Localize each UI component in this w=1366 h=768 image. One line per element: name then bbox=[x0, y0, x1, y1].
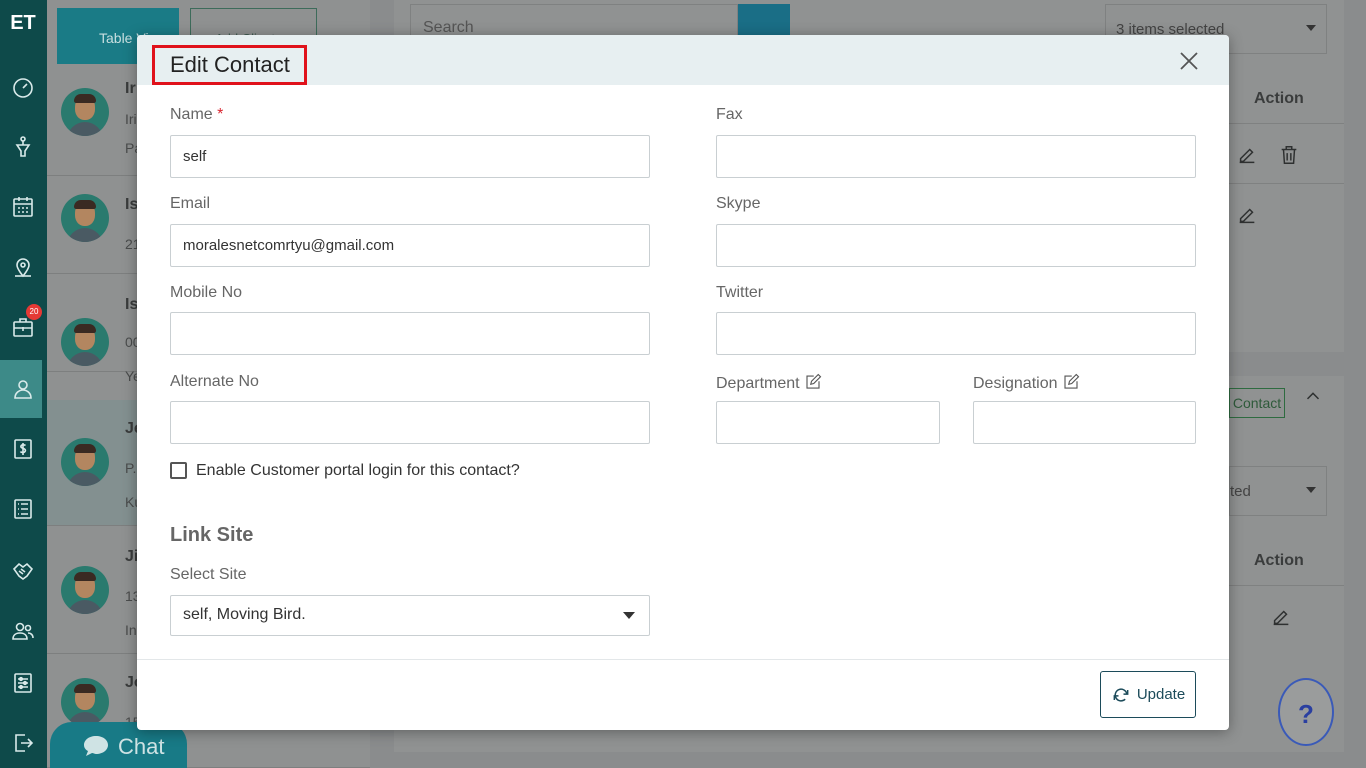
logout-icon[interactable] bbox=[8, 728, 38, 758]
mobile-label: Mobile No bbox=[170, 284, 243, 301]
portal-login-label: Enable Customer portal login for this co… bbox=[196, 462, 520, 479]
help-button[interactable]: ? bbox=[1278, 678, 1334, 746]
twitter-field[interactable] bbox=[716, 312, 1196, 355]
app-logo: ET bbox=[10, 12, 36, 34]
email-field[interactable] bbox=[170, 224, 650, 267]
update-button[interactable]: Update bbox=[1100, 671, 1196, 718]
skype-label: Skype bbox=[716, 195, 761, 212]
refresh-icon bbox=[1113, 687, 1129, 702]
dollar-icon[interactable] bbox=[8, 434, 38, 464]
caret-down-icon bbox=[623, 612, 635, 619]
funnel-icon[interactable] bbox=[8, 132, 38, 162]
divider bbox=[1229, 123, 1344, 124]
list-icon[interactable] bbox=[8, 494, 38, 524]
alternate-label: Alternate No bbox=[170, 373, 259, 390]
sidebar: ET 20 bbox=[0, 0, 47, 768]
edit-icon[interactable] bbox=[1236, 144, 1258, 166]
action-header: Action bbox=[1254, 90, 1304, 107]
edit-department-icon[interactable] bbox=[804, 373, 822, 391]
action-header-2: Action bbox=[1254, 552, 1304, 569]
chat-bubble-icon bbox=[84, 736, 108, 756]
calendar-icon[interactable] bbox=[8, 192, 38, 222]
edit-designation-icon[interactable] bbox=[1062, 373, 1080, 391]
close-button[interactable] bbox=[1177, 49, 1201, 73]
divider bbox=[1229, 183, 1344, 184]
edit-icon[interactable] bbox=[1270, 606, 1292, 628]
user-icon[interactable] bbox=[8, 374, 38, 404]
chevron-down-icon bbox=[1306, 487, 1316, 493]
notification-badge: 20 bbox=[26, 304, 42, 320]
avatar bbox=[61, 438, 109, 486]
fax-field[interactable] bbox=[716, 135, 1196, 178]
dashboard-icon[interactable] bbox=[8, 72, 38, 102]
twitter-label: Twitter bbox=[716, 284, 764, 301]
avatar bbox=[61, 678, 109, 726]
edit-contact-modal: Edit Contact Name * Email Mobile No Alte… bbox=[137, 35, 1229, 730]
portal-login-checkbox[interactable] bbox=[170, 462, 187, 479]
department-label: Department bbox=[716, 373, 822, 393]
modal-footer-divider bbox=[137, 659, 1229, 660]
name-field[interactable] bbox=[170, 135, 650, 178]
designation-label: Designation bbox=[973, 373, 1080, 393]
select-site-label: Select Site bbox=[170, 566, 247, 583]
department-field[interactable] bbox=[716, 401, 940, 444]
chevron-down-icon bbox=[1306, 25, 1316, 31]
skype-field[interactable] bbox=[716, 224, 1196, 267]
required-mark: * bbox=[217, 106, 224, 123]
fax-label: Fax bbox=[716, 106, 743, 123]
link-site-title: Link Site bbox=[170, 524, 254, 546]
add-contact-button[interactable]: Contact bbox=[1229, 388, 1285, 418]
users-icon[interactable] bbox=[8, 616, 38, 646]
email-label: Email bbox=[170, 195, 211, 212]
alternate-field[interactable] bbox=[170, 401, 650, 444]
site-select[interactable]: self, Moving Bird. bbox=[170, 595, 650, 636]
name-label: Name * bbox=[170, 106, 224, 123]
map-pin-icon[interactable] bbox=[8, 252, 38, 282]
designation-field[interactable] bbox=[973, 401, 1196, 444]
handshake-icon[interactable] bbox=[8, 556, 38, 586]
trash-icon[interactable] bbox=[1278, 144, 1300, 166]
avatar bbox=[61, 318, 109, 366]
avatar bbox=[61, 566, 109, 614]
divider bbox=[1229, 585, 1344, 586]
chevron-up-icon[interactable] bbox=[1302, 386, 1324, 408]
avatar bbox=[61, 88, 109, 136]
avatar bbox=[61, 194, 109, 242]
close-icon bbox=[1180, 52, 1198, 70]
modal-title: Edit Contact bbox=[152, 45, 307, 85]
settings-icon[interactable] bbox=[8, 668, 38, 698]
items-select-2[interactable]: ted bbox=[1229, 466, 1327, 516]
edit-icon[interactable] bbox=[1236, 204, 1258, 226]
modal-header: Edit Contact bbox=[137, 35, 1229, 85]
mobile-field[interactable] bbox=[170, 312, 650, 355]
